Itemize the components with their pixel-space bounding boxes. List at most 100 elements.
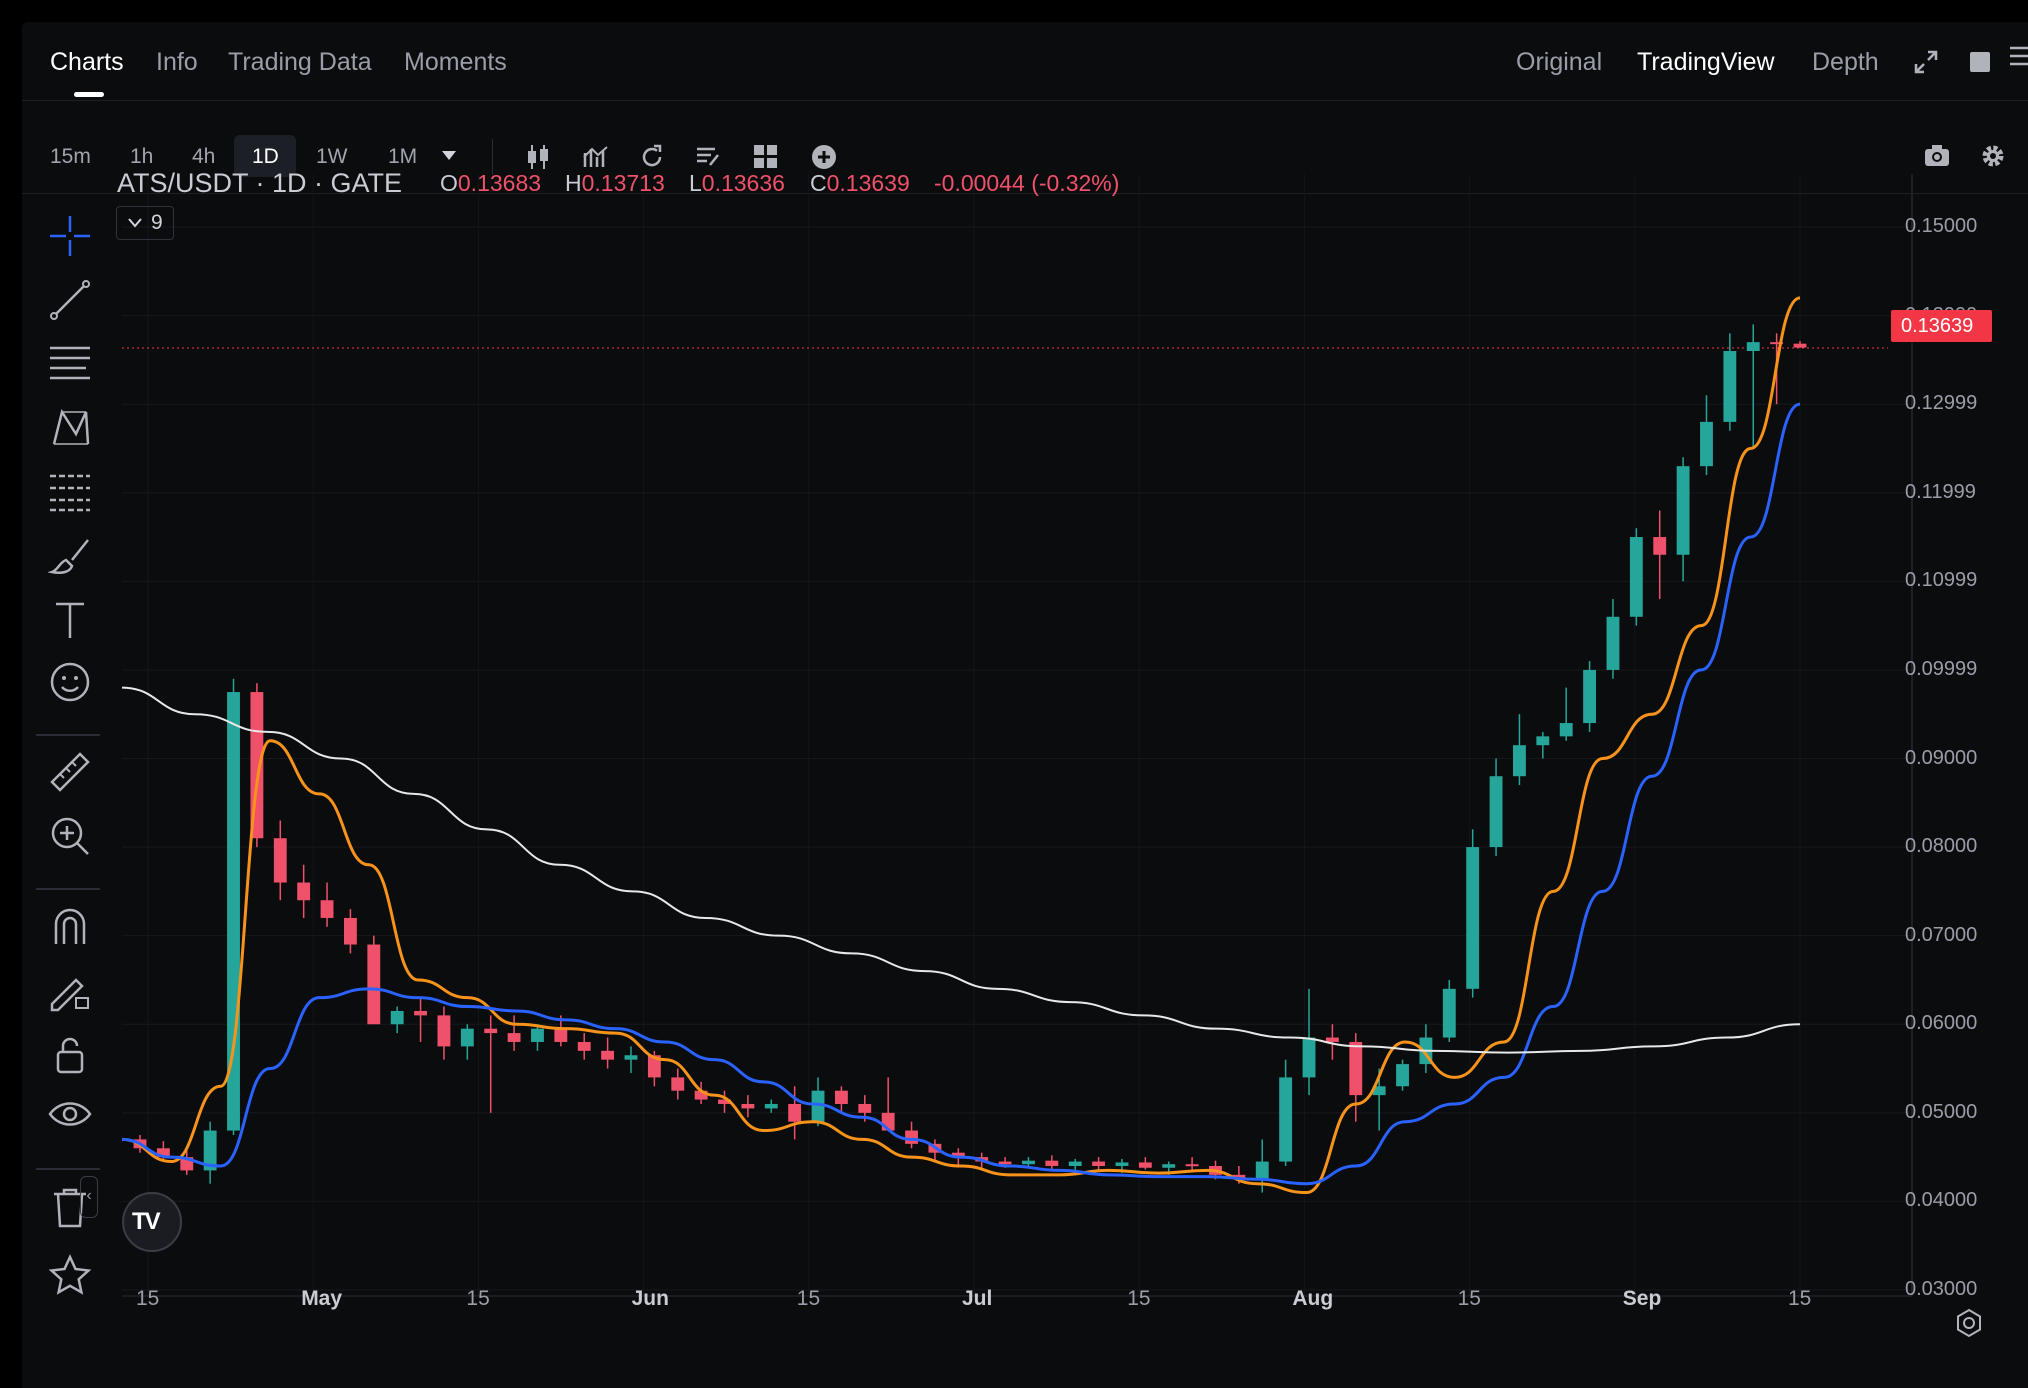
candle-body bbox=[1092, 1161, 1106, 1166]
candle bbox=[437, 1006, 451, 1060]
candle bbox=[624, 1046, 638, 1073]
candle-body bbox=[273, 838, 287, 883]
candle bbox=[1723, 333, 1737, 431]
time-tick-label: 15 bbox=[466, 1287, 490, 1310]
candle bbox=[764, 1099, 778, 1113]
time-tick-label: 15 bbox=[1457, 1287, 1481, 1310]
chevron-down-icon bbox=[128, 218, 142, 228]
tradingview-logo[interactable]: TV bbox=[122, 1192, 182, 1252]
candle bbox=[320, 882, 334, 927]
price-chart[interactable] bbox=[0, 0, 2028, 1388]
collapse-toolbar-button[interactable]: ‹ bbox=[80, 1176, 98, 1218]
candle-body bbox=[624, 1055, 638, 1060]
candle-body bbox=[1513, 745, 1526, 777]
candle-body bbox=[1583, 669, 1597, 724]
candle bbox=[1489, 758, 1503, 856]
candle bbox=[1583, 661, 1597, 732]
price-tick-label: 0.10999 bbox=[1905, 569, 1978, 592]
candle-body bbox=[437, 1015, 451, 1047]
candle bbox=[1653, 510, 1667, 600]
time-tick-label: May bbox=[301, 1287, 343, 1310]
indicators-toggle[interactable]: 9 bbox=[116, 206, 174, 240]
candle-body bbox=[905, 1130, 918, 1144]
candle bbox=[1606, 599, 1620, 679]
candle-body bbox=[1700, 421, 1713, 467]
time-tick-label: 15 bbox=[796, 1287, 821, 1310]
candle-body bbox=[1629, 537, 1643, 617]
time-tick-label: Jul bbox=[962, 1287, 993, 1310]
time-tick-label: 15 bbox=[136, 1287, 160, 1310]
ohlc-close: C0.13639 bbox=[810, 170, 910, 196]
chart-grid bbox=[122, 174, 1912, 1296]
ohlc-high: H0.13713 bbox=[565, 170, 665, 196]
candle-body bbox=[788, 1103, 802, 1122]
candle-body bbox=[1279, 1077, 1293, 1162]
candle bbox=[1700, 395, 1713, 476]
candle-body bbox=[1489, 776, 1503, 848]
candle-body bbox=[1536, 736, 1550, 746]
candle bbox=[414, 997, 427, 1042]
candle bbox=[1559, 687, 1573, 741]
candle-body bbox=[554, 1028, 568, 1042]
candle bbox=[1746, 324, 1760, 449]
price-tick-label: 0.08000 bbox=[1905, 835, 1978, 858]
candle-body bbox=[1559, 723, 1573, 737]
candle-body bbox=[1349, 1041, 1363, 1096]
candle-body bbox=[531, 1028, 544, 1042]
price-tick-label: 0.04000 bbox=[1905, 1189, 1978, 1212]
axis-settings-icon[interactable] bbox=[1954, 1308, 1984, 1338]
candle bbox=[460, 1024, 474, 1060]
candle bbox=[741, 1095, 755, 1118]
candle-body bbox=[764, 1103, 778, 1109]
price-tick-label: 0.12999 bbox=[1905, 392, 1978, 415]
symbol-title: ATS/USDT · 1D · GATE bbox=[117, 168, 403, 198]
candle-body bbox=[601, 1050, 615, 1060]
price-tick-label: 0.11999 bbox=[1905, 480, 1976, 503]
candle-body bbox=[1442, 988, 1456, 1038]
candle bbox=[1138, 1157, 1152, 1170]
candle bbox=[1396, 1059, 1409, 1091]
candle-body bbox=[1022, 1160, 1035, 1165]
ohlc-change: -0.00044 (-0.32%) bbox=[934, 170, 1120, 196]
candle-body bbox=[1396, 1064, 1409, 1087]
price-tick-label: 0.15000 bbox=[1905, 215, 1978, 237]
candle bbox=[1279, 1059, 1293, 1166]
candle-body bbox=[460, 1028, 474, 1047]
price-tick-label: 0.09999 bbox=[1905, 658, 1978, 680]
price-tick-label: 0.09000 bbox=[1905, 746, 1978, 769]
candle-body bbox=[320, 900, 334, 918]
candle bbox=[390, 1006, 404, 1034]
candle-body bbox=[834, 1090, 848, 1104]
candle-body bbox=[507, 1033, 521, 1042]
candle-body bbox=[1185, 1164, 1199, 1167]
candle bbox=[905, 1121, 918, 1149]
candle-body bbox=[1045, 1160, 1059, 1166]
time-tick-label: Jun bbox=[631, 1287, 669, 1310]
candle-body bbox=[414, 1010, 427, 1016]
candle-body bbox=[1162, 1164, 1176, 1168]
time-tick-label: Aug bbox=[1292, 1287, 1334, 1310]
candle bbox=[507, 1015, 521, 1051]
candle bbox=[1513, 714, 1526, 786]
candle bbox=[1092, 1157, 1106, 1170]
candle-body bbox=[1746, 342, 1760, 352]
candle bbox=[671, 1068, 685, 1100]
candle bbox=[601, 1037, 615, 1069]
candle bbox=[1676, 457, 1690, 582]
candle-body bbox=[741, 1103, 755, 1109]
candle-body bbox=[1466, 847, 1480, 989]
candle-body bbox=[1068, 1161, 1082, 1166]
candle bbox=[881, 1077, 895, 1131]
candle bbox=[297, 864, 311, 918]
candle-body bbox=[577, 1041, 591, 1051]
candle-body bbox=[858, 1103, 872, 1113]
candle-body bbox=[1653, 537, 1667, 555]
price-tick-label: 0.06000 bbox=[1905, 1012, 1978, 1035]
candle-body bbox=[390, 1010, 404, 1025]
candle bbox=[1536, 731, 1550, 759]
price-tick-label: 0.03000 bbox=[1905, 1278, 1978, 1300]
candle-body bbox=[671, 1077, 685, 1091]
candle bbox=[1793, 341, 1807, 348]
indicator-count: 9 bbox=[151, 211, 163, 234]
candle-body bbox=[1138, 1162, 1152, 1168]
